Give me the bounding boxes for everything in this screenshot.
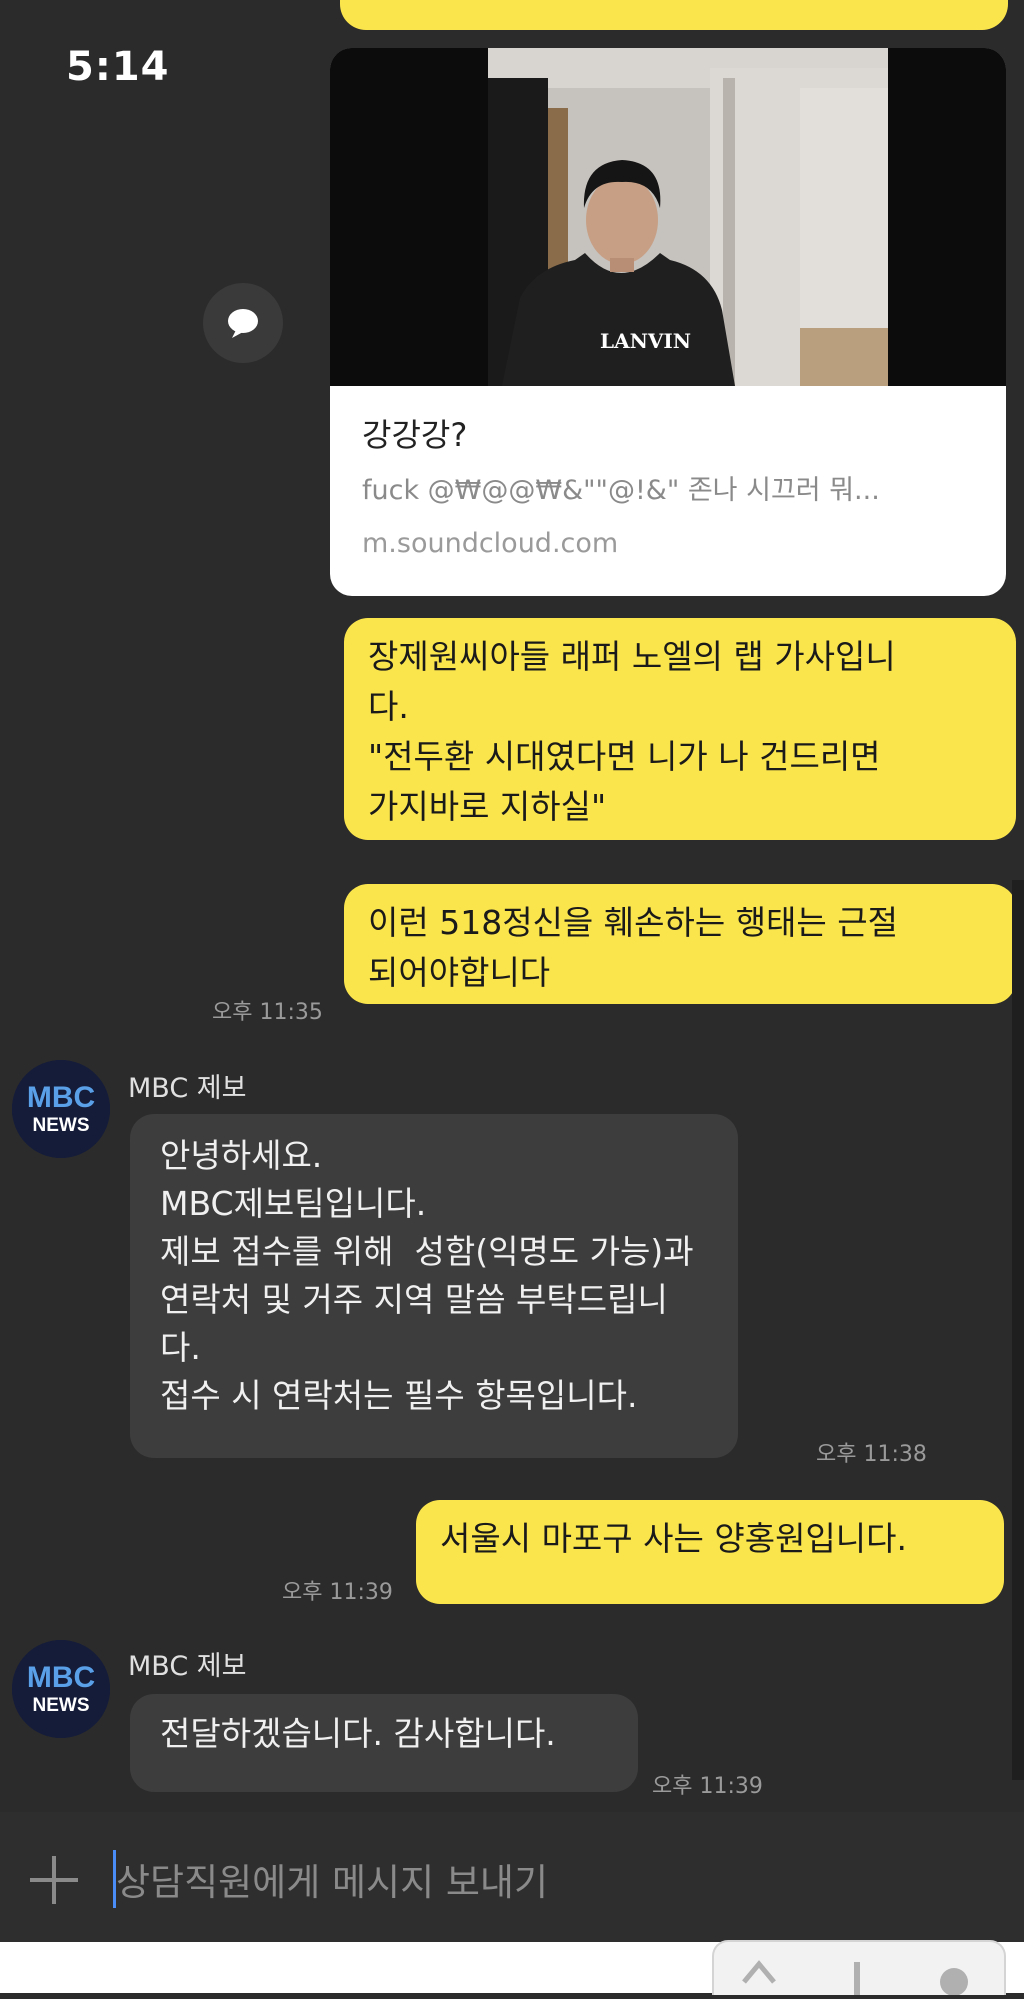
message-timestamp: 오후 11:38 <box>816 1442 927 1467</box>
preview-description: fuck @₩@@₩&""@!&" 존나 시끄러 뭐... <box>362 475 880 506</box>
status-time: 5:14 <box>66 44 170 90</box>
message-timestamp: 오후 11:35 <box>212 1000 323 1025</box>
my-message-bubble[interactable]: 장제원씨아들 래퍼 노엘의 랩 가사입니 다. "전두환 시대였다면 니가 나 … <box>344 618 1016 840</box>
message-input[interactable]: 상담직원에게 메시지 보내기 <box>116 1852 548 1906</box>
preview-url: m.soundcloud.com <box>362 528 619 559</box>
logo-text-news: NEWS <box>33 1115 90 1136</box>
previous-message-bubble <box>340 0 1008 30</box>
preview-title: 강강강? <box>362 416 468 454</box>
sender-name: MBC 제보 <box>128 1651 247 1682</box>
message-timestamp: 오후 11:39 <box>652 1774 763 1799</box>
my-message-bubble[interactable]: 서울시 마포구 사는 양홍원입니다. <box>416 1500 1004 1604</box>
logo-text-news: NEWS <box>33 1695 90 1716</box>
message-timestamp: 오후 11:39 <box>282 1580 393 1605</box>
share-icon[interactable] <box>203 283 283 363</box>
mbc-news-logo[interactable]: MBC NEWS <box>12 1060 110 1158</box>
received-message-bubble[interactable]: 전달하겠습니다. 감사합니다. <box>130 1694 638 1792</box>
scrollbar-track[interactable] <box>1012 880 1024 1780</box>
shirt-print: LANVIN <box>600 329 691 353</box>
mbc-news-logo[interactable]: MBC NEWS <box>12 1640 110 1738</box>
logo-text-mbc: MBC <box>27 1661 95 1694</box>
preview-thumbnail: LANVIN <box>330 48 1006 386</box>
plus-icon[interactable] <box>26 1852 82 1908</box>
floating-toolbar[interactable] <box>712 1940 1006 1996</box>
received-message-bubble[interactable]: 안녕하세요. MBC제보팀입니다. 제보 접수를 위해 성함(익명도 가능)과 … <box>130 1114 738 1458</box>
logo-text-mbc: MBC <box>27 1081 95 1114</box>
link-preview-card[interactable]: LANVIN 강강강? fuck @₩@@₩&""@!&" 존나 시끄러 뭐..… <box>330 48 1006 596</box>
my-message-bubble[interactable]: 이런 518정신을 훼손하는 행태는 근절 되어야합니다 <box>344 884 1016 1004</box>
sender-name: MBC 제보 <box>128 1073 247 1104</box>
